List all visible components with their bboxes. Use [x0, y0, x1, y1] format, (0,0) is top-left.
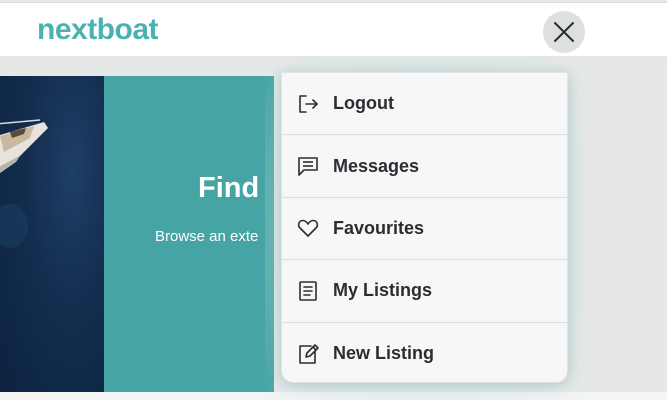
- new-listing-icon: [296, 342, 320, 366]
- listings-icon: [296, 279, 320, 303]
- messages-icon: [296, 154, 320, 178]
- menu-item-favourites[interactable]: Favourites: [282, 198, 567, 261]
- menu-item-new-listing[interactable]: New Listing: [282, 323, 567, 385]
- menu-item-label: Favourites: [333, 217, 425, 238]
- menu-item-label: Logout: [333, 93, 394, 114]
- top-navbar: nextboat: [0, 2, 667, 57]
- account-dropdown-menu: Logout Messages Favourites My Listings N…: [281, 72, 568, 383]
- menu-item-logout[interactable]: Logout: [282, 73, 567, 136]
- menu-item-messages[interactable]: Messages: [282, 135, 567, 198]
- close-icon: [554, 22, 574, 42]
- heart-icon: [296, 216, 320, 240]
- hero-title: Find: [198, 172, 260, 204]
- hero-text-panel: Find Browse an exte: [104, 76, 274, 392]
- logout-icon: [296, 92, 320, 116]
- hero-subtitle: Browse an exte: [155, 228, 259, 245]
- menu-item-my-listings[interactable]: My Listings: [282, 260, 567, 323]
- close-menu-button[interactable]: [543, 11, 585, 53]
- nextboat-logo[interactable]: nextboat: [37, 13, 159, 47]
- menu-item-label: New Listing: [333, 343, 435, 364]
- menu-item-label: Messages: [333, 155, 420, 176]
- hero-boat-image: [0, 76, 104, 392]
- menu-item-label: My Listings: [333, 280, 433, 301]
- boat-icon: [0, 119, 48, 248]
